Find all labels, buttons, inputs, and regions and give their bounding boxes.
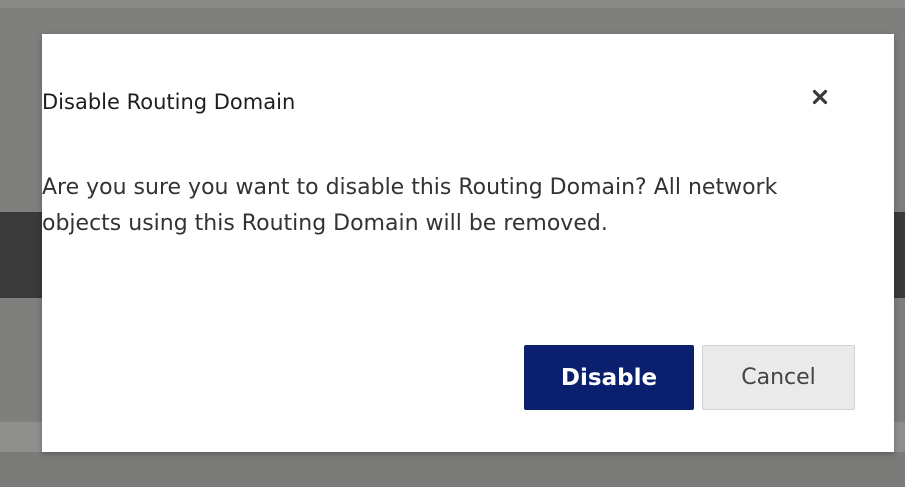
- cancel-button[interactable]: Cancel: [702, 345, 855, 410]
- background-footer: [0, 452, 905, 487]
- disable-button[interactable]: Disable: [524, 345, 694, 410]
- close-button[interactable]: [804, 82, 836, 114]
- close-icon: [812, 89, 828, 108]
- background-top-strip: [0, 0, 905, 8]
- dialog-title: Disable Routing Domain: [42, 90, 296, 114]
- dialog-message: Are you sure you want to disable this Ro…: [42, 175, 778, 236]
